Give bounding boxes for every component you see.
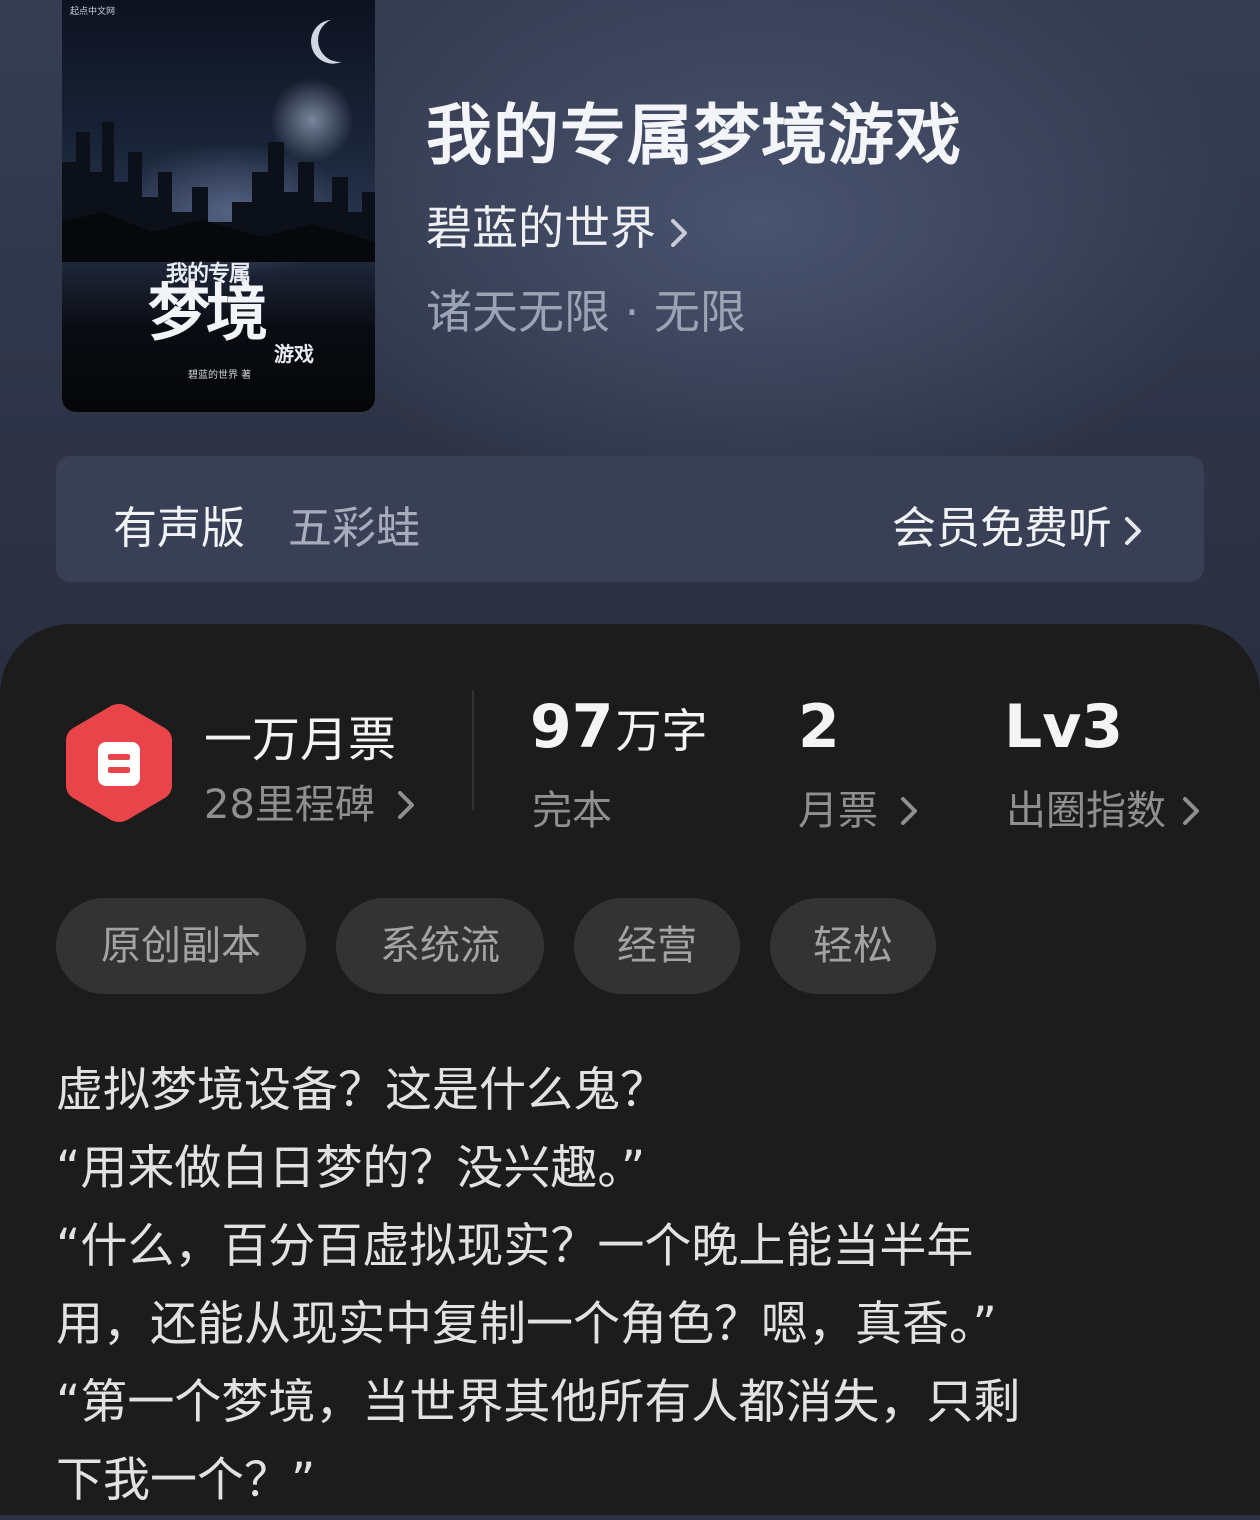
tag-chip[interactable]: 轻松: [770, 898, 936, 994]
milestones-label: 28里程碑: [204, 782, 375, 828]
synopsis-line: “用来做白日梦的？没兴趣。”: [56, 1141, 646, 1196]
synopsis-line: “什么，百分百虚拟现实？一个晚上能当半年: [56, 1219, 974, 1274]
author-link[interactable]: 碧蓝的世界: [426, 192, 688, 259]
chevron-right-icon: [670, 205, 688, 259]
monthly-tickets-value: 2: [798, 692, 840, 762]
chevron-right-icon: [900, 790, 918, 836]
member-free-listen-button[interactable]: 会员免费听: [892, 492, 1142, 557]
synopsis[interactable]: 虚拟梦境设备？这是什么鬼？ “用来做白日梦的？没兴趣。” “什么，百分百虚拟现实…: [56, 1052, 1206, 1520]
book-status: 完本: [532, 788, 612, 834]
book-title: 我的专属梦境游戏: [426, 96, 962, 174]
synopsis-line: 用，还能从现实中复制一个角色？嗯，真香。”: [56, 1297, 997, 1352]
cover-title-line2: 梦境: [148, 276, 268, 349]
cover-city-art: [62, 122, 375, 262]
stats-divider: [472, 690, 474, 810]
cover-publisher: 起点中文网: [70, 7, 116, 17]
audio-label: 有声版: [113, 503, 245, 554]
word-count-unit: 万字: [615, 704, 708, 758]
cover-author: 碧蓝的世界 著: [188, 370, 252, 381]
member-free-listen-label: 会员免费听: [892, 503, 1112, 554]
popularity-level-value: Lv3: [1004, 692, 1124, 762]
monthly-tickets-label: 月票: [798, 788, 878, 834]
milestones-link[interactable]: 28里程碑: [204, 772, 415, 830]
tag-chip[interactable]: 原创副本: [56, 898, 306, 994]
synopsis-line: 下我一个？”: [56, 1453, 316, 1508]
synopsis-line: 虚拟梦境设备？这是什么鬼？: [56, 1063, 667, 1118]
popularity-index-label: 出圈指数: [1006, 788, 1166, 834]
tag-chip[interactable]: 系统流: [336, 898, 544, 994]
audio-version-bar[interactable]: 有声版 五彩蛙 会员免费听: [56, 456, 1204, 582]
monthly-ticket-badge-icon[interactable]: [62, 700, 176, 826]
book-cover[interactable]: 起点中文网 我的专属 梦境 游戏 碧蓝的世界 著: [62, 0, 375, 412]
chevron-right-icon: [1124, 506, 1142, 557]
audio-narrator: 五彩蛙: [288, 503, 420, 554]
chevron-right-icon: [1182, 790, 1200, 836]
chevron-right-icon: [397, 784, 415, 830]
tag-chip[interactable]: 经营: [574, 898, 740, 994]
author-name: 碧蓝的世界: [426, 201, 656, 255]
cover-moon: [312, 12, 368, 68]
monthly-tickets-link[interactable]: 月票: [798, 778, 918, 836]
word-count-value: 97: [530, 692, 614, 762]
monthly-ticket-milestone: 一万月票: [204, 712, 397, 768]
word-count: 97万字: [530, 694, 708, 760]
cover-title-line3: 游戏: [274, 342, 314, 366]
popularity-index-link[interactable]: 出圈指数: [1006, 778, 1200, 836]
book-genre[interactable]: 诸天无限 · 无限: [426, 276, 746, 342]
synopsis-line: “第一个梦境，当世界其他所有人都消失，只剩: [56, 1375, 1021, 1430]
